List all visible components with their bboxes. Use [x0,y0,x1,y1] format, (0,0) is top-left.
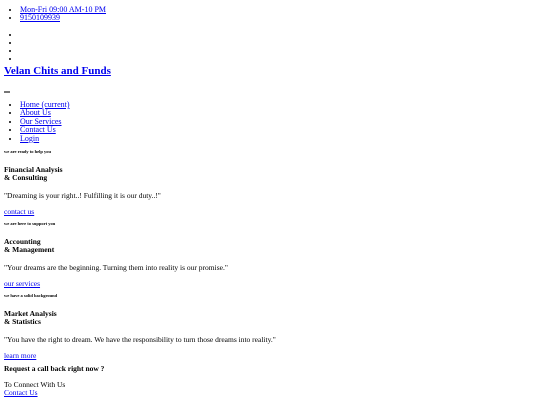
slide-kicker: we are ready to help you [4,149,51,154]
slide-heading-line2: & Management [4,245,55,255]
nav-item-login: Login [20,134,70,143]
slide-quote: "You have the right to dream. We have th… [4,334,276,344]
callback-title: Request a call back right now ? [4,364,105,373]
slide-heading: Market Analysis & Statistics [4,309,524,327]
social-list [0,31,20,63]
slide-heading-line2: & Statistics [4,317,41,327]
contact-us-button[interactable]: contact us [4,208,524,216]
top-info-list: Mon-Fri 09:00 AM-10 PM 9150109939 [0,5,106,23]
brand-link[interactable]: Velan Chits and Funds [4,65,111,77]
our-services-button[interactable]: our services [4,280,524,288]
brand-heading: Velan Chits and Funds [4,65,111,78]
slide-quote: "Your dreams are the beginning. Turning … [4,262,228,272]
main-nav: Home (current) About Us Our Services Con… [0,100,70,143]
slide-heading: Financial Analysis & Consulting [4,165,524,183]
phone-item: 9150109939 [20,14,106,22]
hero-slide: we are ready to help you Financial Analy… [4,149,524,216]
hero-slide: we have a solid background Market Analys… [4,293,524,360]
slide-heading: Accounting & Management [4,237,524,255]
slide-kicker: we have a solid background [4,293,58,298]
hero-slide: we are here to support you Accounting & … [4,221,524,288]
phone-link[interactable]: 9150109939 [20,13,60,22]
slide-heading-line2: & Consulting [4,173,48,183]
nav-link-login[interactable]: Login [20,134,39,143]
learn-more-button[interactable]: learn more [4,352,524,360]
navbar-toggle-button[interactable] [4,91,10,93]
slide-kicker: we are here to support you [4,221,56,226]
callback-contact-link[interactable]: Contact Us [4,389,38,397]
slide-quote: "Dreaming is your right..! Fulfilling it… [4,190,161,200]
